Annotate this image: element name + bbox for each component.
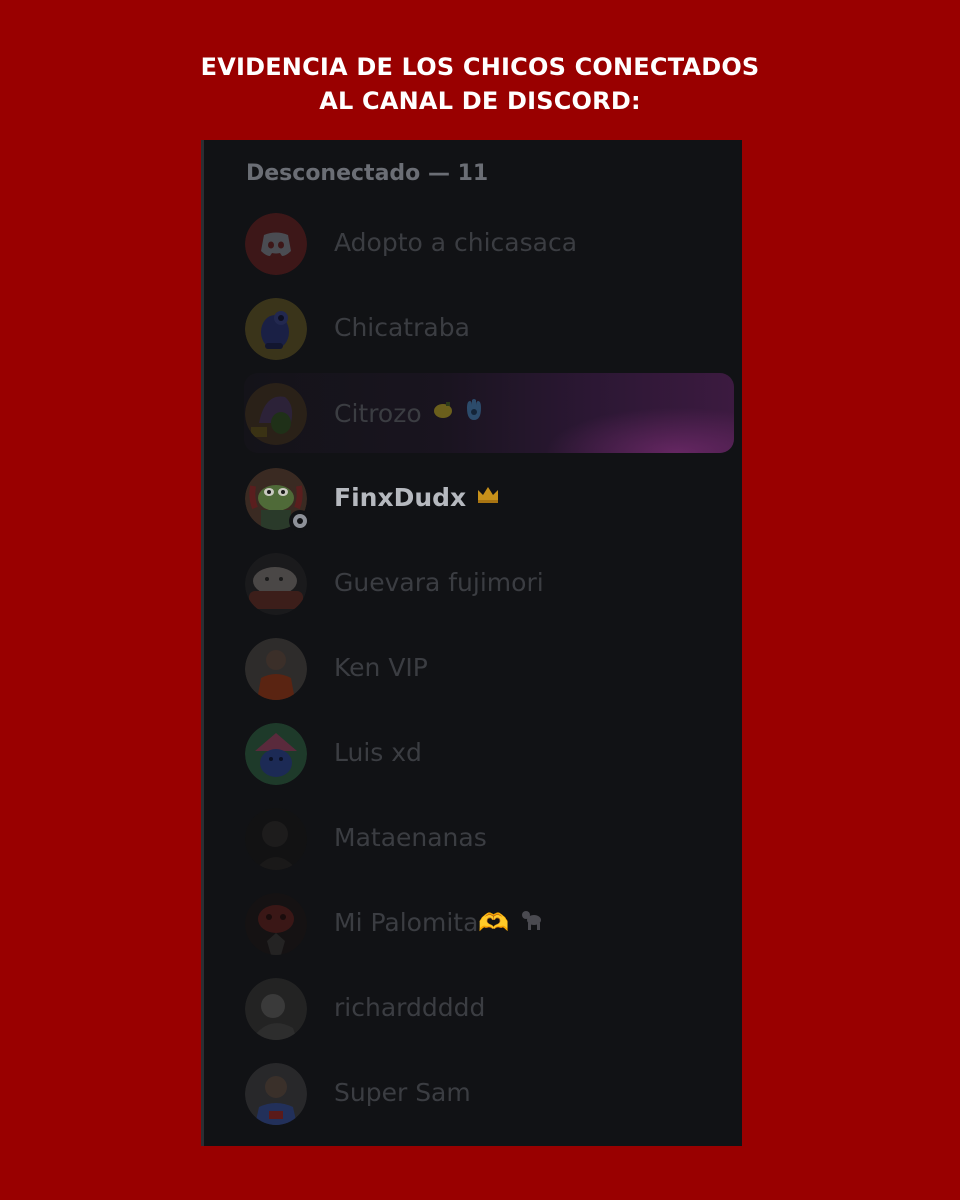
member-name: Adopto a chicasaca: [334, 228, 578, 257]
offline-status-icon: [289, 510, 311, 532]
member-name: Mi Palomita🫶: [334, 908, 544, 938]
member-item-luis-xd[interactable]: Luis xd: [204, 710, 742, 794]
member-name: Guevara fujimori: [334, 568, 544, 597]
person-photo-avatar: [245, 638, 307, 700]
dark-photo-avatar: [245, 808, 307, 870]
headline: EVIDENCIA DE LOS CHICOS CONECTADOS AL CA…: [0, 50, 960, 118]
member-list-panel: Desconectado — 11 Adopto a chicasaca Chi…: [201, 140, 742, 1146]
section-header-offline: Desconectado — 11: [246, 161, 489, 186]
member-item-adopto[interactable]: Adopto a chicasaca: [204, 200, 742, 284]
pink-blue-cartoon-avatar: [245, 723, 307, 785]
member-name: Super Sam: [334, 1078, 471, 1107]
member-item-chicatraba[interactable]: Chicatraba: [204, 285, 742, 369]
member-item-richarddddd[interactable]: richarddddd: [204, 965, 742, 1049]
dog-avatar: [245, 553, 307, 615]
member-item-guevara[interactable]: Guevara fujimori: [204, 540, 742, 624]
cartoon-character-avatar: [245, 383, 307, 445]
member-name: richarddddd: [334, 993, 486, 1022]
member-name: Chicatraba: [334, 313, 470, 342]
headline-line-1: EVIDENCIA DE LOS CHICOS CONECTADOS: [200, 53, 760, 81]
red-photo-avatar: [245, 893, 307, 955]
member-name: FinxDudx: [334, 483, 500, 512]
member-name: Citrozo: [334, 398, 484, 428]
crown-emoji-icon: [476, 485, 500, 511]
member-item-super-sam[interactable]: Super Sam: [204, 1050, 742, 1134]
poodle-emoji-icon: [520, 909, 544, 937]
discord-logo-avatar: [245, 213, 307, 275]
lemon-emoji-icon: [432, 399, 454, 427]
grayscale-photo-avatar: [245, 978, 307, 1040]
member-item-citrozo[interactable]: Citrozo: [204, 370, 742, 454]
member-item-mi-palomita[interactable]: Mi Palomita🫶: [204, 880, 742, 964]
person-photo-avatar: [245, 1063, 307, 1125]
member-item-mataenanas[interactable]: Mataenanas: [204, 795, 742, 879]
headline-line-2: AL CANAL DE DISCORD:: [319, 87, 641, 115]
blue-creature-avatar: [245, 298, 307, 360]
member-item-finxdudx[interactable]: FinxDudx: [204, 455, 742, 539]
member-name: Mataenanas: [334, 823, 487, 852]
member-name: Ken VIP: [334, 653, 428, 682]
hamsa-emoji-icon: [464, 398, 484, 428]
member-name: Luis xd: [334, 738, 422, 767]
member-item-ken-vip[interactable]: Ken VIP: [204, 625, 742, 709]
